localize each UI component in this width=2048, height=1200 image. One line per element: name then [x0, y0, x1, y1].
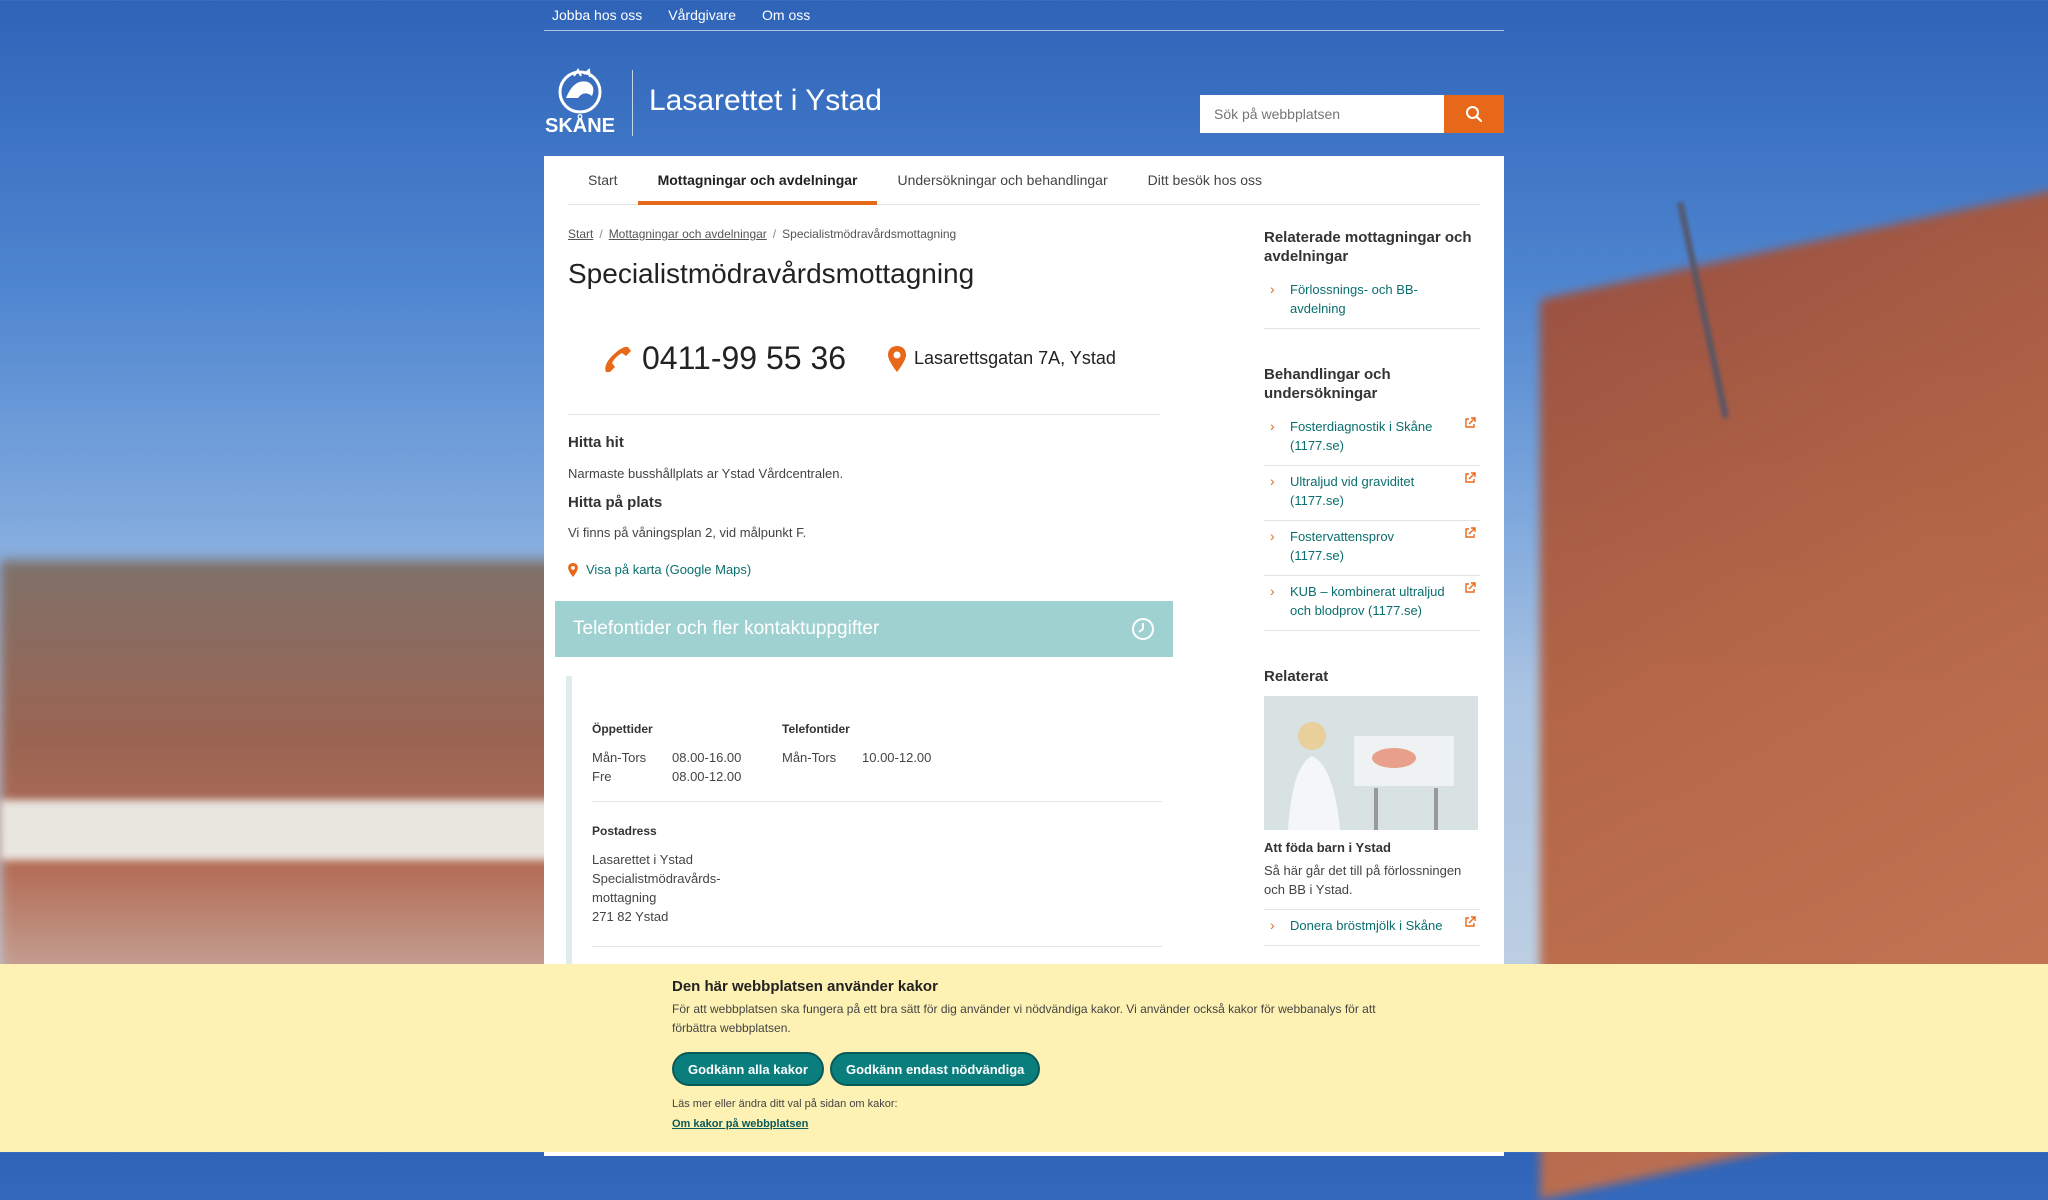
sidebar-link-label: Donera bröstmjölk i Skåne: [1290, 918, 1443, 933]
chevron-right-icon: ›: [1270, 281, 1275, 297]
logo-divider: [632, 70, 633, 136]
address: Lasarettsgatan 7A, Ystad: [914, 348, 1116, 368]
sidebar-link-label: Förlossnings- och BB-avdelning: [1290, 282, 1418, 316]
nav-undersokningar[interactable]: Undersökningar och behandlingar: [877, 156, 1127, 204]
sidebar-external-link[interactable]: › Fostervattensprov (1177.se): [1264, 521, 1480, 576]
region-skane-logo[interactable]: SKÅNE: [544, 68, 616, 137]
postal-line: Lasarettet i Ystad: [592, 852, 693, 867]
chevron-right-icon: ›: [1270, 528, 1275, 544]
divider: [592, 801, 1162, 802]
phone-hours-days: Mån-Tors: [782, 750, 837, 765]
phone-hours-heading: Telefontider: [782, 722, 850, 736]
main-nav: Start Mottagningar och avdelningar Under…: [568, 156, 1480, 205]
onsite-heading: Hitta på plats: [568, 494, 663, 511]
search-button[interactable]: [1444, 95, 1504, 133]
site-title[interactable]: Lasarettet i Ystad: [649, 84, 882, 118]
postal-line: Specialistmödravårds-: [592, 871, 721, 886]
sidebar-link-label: Fostervattensprov (1177.se): [1290, 529, 1395, 563]
nav-ditt-besok[interactable]: Ditt besök hos oss: [1128, 156, 1282, 204]
cookie-text: För att webbplatsen ska fungera på ett b…: [672, 1002, 1376, 1035]
external-link-icon: [1465, 472, 1476, 483]
search-input[interactable]: [1200, 95, 1444, 133]
cookie-more-text: Läs mer eller ändra ditt val på sidan om…: [672, 1098, 898, 1110]
toplink-vardgivare[interactable]: Vårdgivare: [660, 7, 736, 23]
cookie-banner: Den här webbplatsen använder kakor För a…: [0, 964, 2048, 1152]
treatments-heading: Behandlingar och undersökningar: [1264, 366, 1391, 402]
open-hours-time: 08.00-12.00: [672, 769, 742, 784]
accordion-title: Telefontider och fler kontaktuppgifter: [573, 618, 880, 639]
cookie-heading: Den här webbplatsen använder kakor: [672, 978, 938, 995]
breadcrumb-mottagningar[interactable]: Mottagningar och avdelningar: [609, 227, 767, 241]
chevron-right-icon: ›: [1270, 418, 1275, 434]
sidebar-link[interactable]: › Förlossnings- och BB-avdelning: [1264, 274, 1480, 329]
map-link[interactable]: Visa på karta (Google Maps): [568, 562, 751, 577]
svg-text:SKÅNE: SKÅNE: [545, 113, 615, 136]
accept-all-cookies-button[interactable]: Godkänn alla kakor: [672, 1052, 824, 1086]
external-link-icon: [1465, 527, 1476, 538]
sidebar-link-label: Ultraljud vid graviditet (1177.se): [1290, 474, 1415, 508]
breadcrumb-separator: /: [772, 227, 777, 241]
breadcrumb-start[interactable]: Start: [568, 227, 593, 241]
open-hours-heading: Öppettider: [592, 722, 653, 736]
cookie-info-link[interactable]: Om kakor på webbplatsen: [672, 1118, 808, 1130]
utility-links: Jobba hos oss Vårdgivare Om oss: [544, 0, 1504, 31]
griffin-icon: SKÅNE: [545, 68, 615, 137]
open-hours-days: Fre: [592, 769, 612, 784]
location-pin-icon: [888, 345, 907, 372]
search-icon: [1466, 106, 1483, 123]
toplink-om-oss[interactable]: Om oss: [754, 7, 810, 23]
sidebar-external-link[interactable]: › KUB – kombinerat ultraljud och blodpro…: [1264, 576, 1480, 631]
sidebar-link-label: Fosterdiagnostik i Skåne (1177.se): [1290, 419, 1433, 453]
postal-line: mottagning: [592, 890, 657, 905]
open-hours-time: 08.00-16.00: [672, 750, 742, 765]
related-heading: Relaterat: [1264, 668, 1329, 685]
map-pin-icon: [568, 562, 578, 577]
nurse-baby-photo: [1264, 696, 1478, 830]
postal-heading: Postadress: [592, 824, 657, 838]
related-card-image[interactable]: [1264, 696, 1478, 830]
sidebar: Relaterade mottagningar och avdelningar …: [1264, 228, 1480, 946]
nav-start[interactable]: Start: [568, 156, 638, 204]
toplink-jobba[interactable]: Jobba hos oss: [544, 7, 642, 23]
accept-necessary-cookies-button[interactable]: Godkänn endast nödvändiga: [830, 1052, 1041, 1086]
map-link-label: Visa på karta (Google Maps): [586, 562, 752, 577]
related-card-text: Så här går det till på förlossningen och…: [1264, 861, 1480, 910]
contact-row: 0411-99 55 36 Lasarettsgatan 7A, Ystad: [600, 340, 1116, 377]
phone-icon: [605, 346, 631, 372]
chevron-right-icon: ›: [1270, 583, 1275, 599]
sidebar-external-link[interactable]: › Ultraljud vid graviditet (1177.se): [1264, 466, 1480, 521]
breadcrumb-separator: /: [599, 227, 603, 241]
related-units-heading: Relaterade mottagningar och avdelningar: [1264, 229, 1472, 265]
phone-hours-time: 10.00-12.00: [862, 750, 932, 765]
external-link-icon: [1465, 916, 1476, 927]
onsite-text: Vi finns på våningsplan 2, vid målpunkt …: [568, 525, 807, 540]
contact-accordion-toggle[interactable]: Telefontider och fler kontaktuppgifter: [555, 601, 1173, 657]
directions-heading: Hitta hit: [568, 434, 624, 451]
chevron-right-icon: ›: [1270, 917, 1275, 933]
divider: [568, 414, 1160, 415]
clock-icon: [1132, 618, 1154, 640]
divider: [592, 946, 1162, 947]
phone-number[interactable]: 0411-99 55 36: [642, 340, 846, 377]
background-balcony: [0, 800, 560, 860]
page-title: Specialistmödravårdsmottagning: [568, 258, 975, 289]
sidebar-external-link[interactable]: › Donera bröstmjölk i Skåne: [1264, 910, 1480, 946]
breadcrumb-current: Specialistmödravårdsmottagning: [782, 227, 957, 241]
chevron-right-icon: ›: [1270, 473, 1275, 489]
directions-text: Narmaste busshållplats ar Ystad Vårdcent…: [568, 466, 844, 481]
open-hours-days: Mån-Tors: [592, 750, 647, 765]
external-link-icon: [1465, 417, 1476, 428]
sidebar-external-link[interactable]: › Fosterdiagnostik i Skåne (1177.se): [1264, 411, 1480, 466]
sidebar-link-label: KUB – kombinerat ultraljud och blodprov …: [1290, 584, 1445, 618]
postal-line: 271 82 Ystad: [592, 909, 669, 924]
breadcrumb: Start / Mottagningar och avdelningar / S…: [568, 227, 956, 241]
nav-mottagningar[interactable]: Mottagningar och avdelningar: [637, 156, 878, 205]
related-card-title[interactable]: Att föda barn i Ystad: [1264, 840, 1480, 855]
external-link-icon: [1465, 582, 1476, 593]
search-form: [1200, 95, 1504, 133]
